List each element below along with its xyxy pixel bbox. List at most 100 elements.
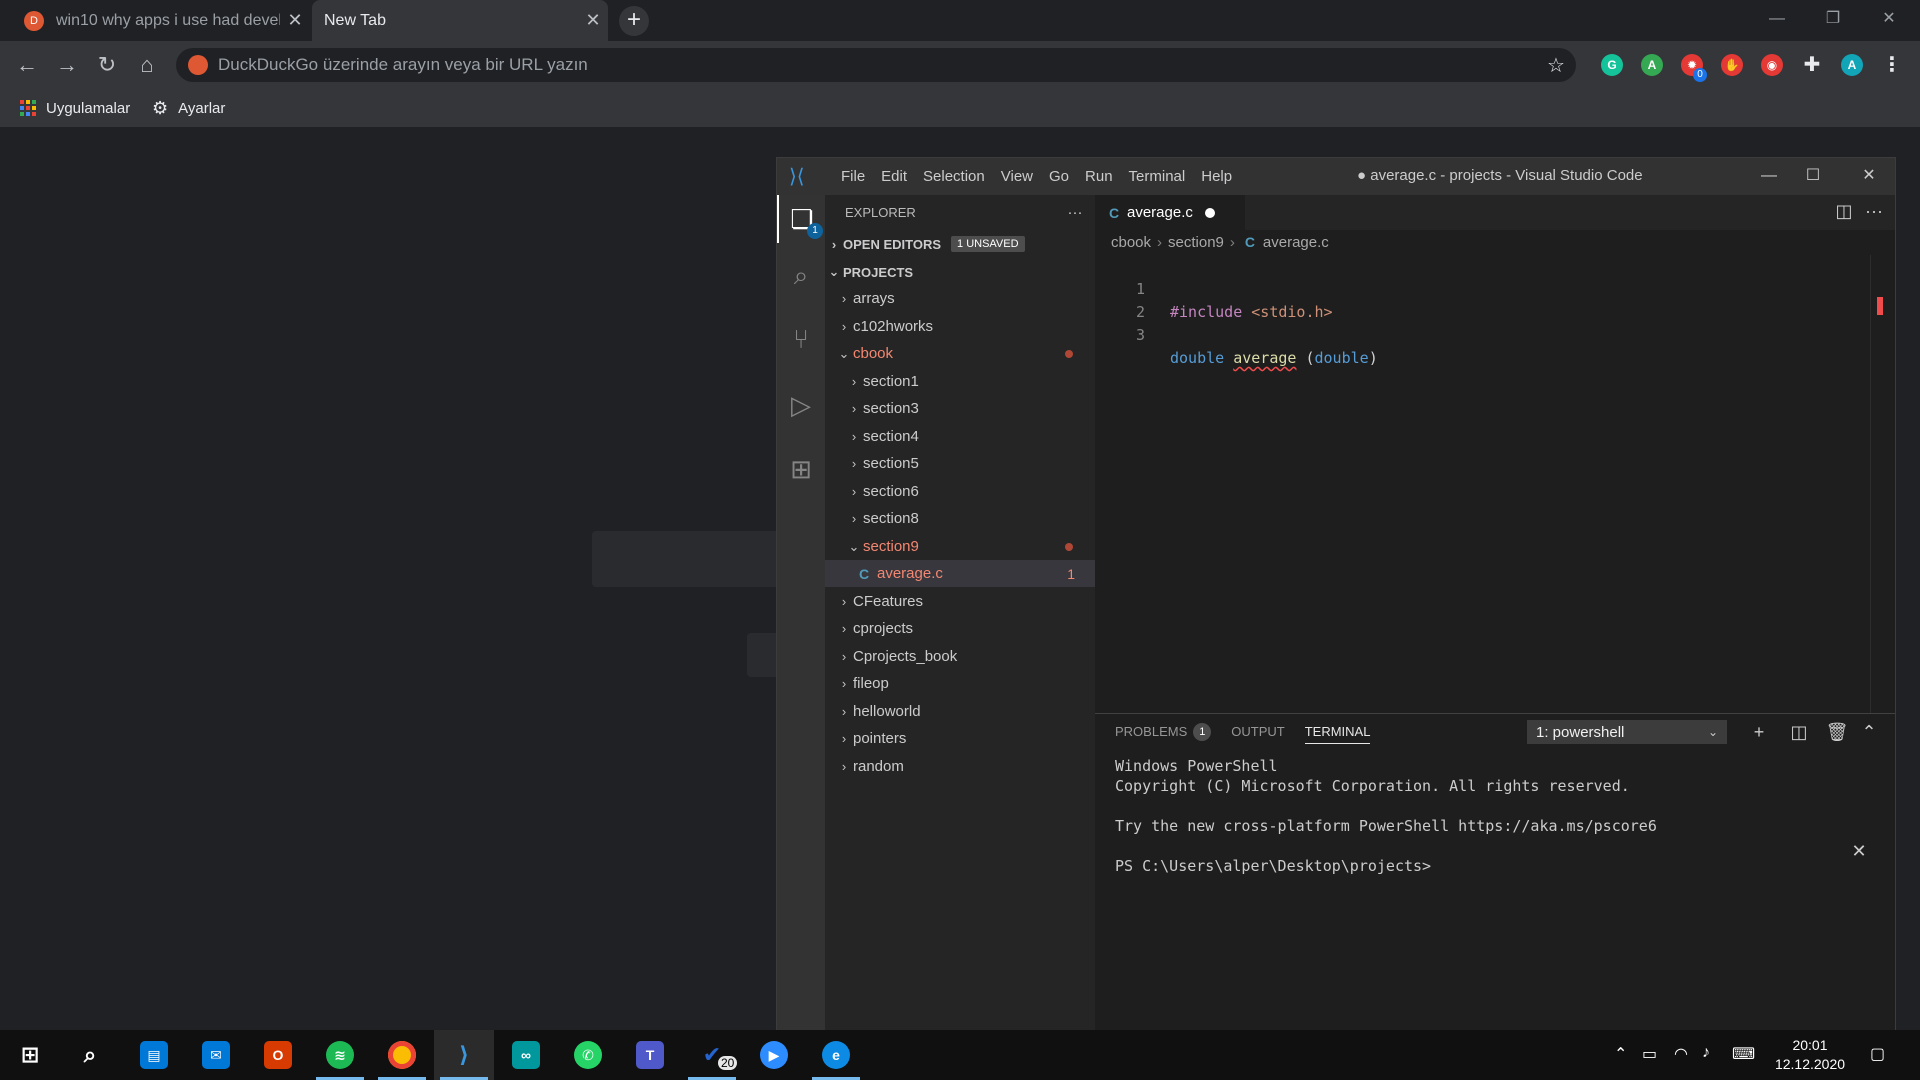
taskbar-chrome[interactable] — [372, 1030, 432, 1080]
minimize-icon[interactable]: — — [1747, 162, 1791, 190]
reload-icon[interactable]: ↻ — [92, 50, 122, 80]
browser-tab[interactable]: D win10 why apps i use had develo ✕ — [8, 0, 310, 41]
keyboard-icon[interactable]: ⌨ — [1732, 1044, 1755, 1064]
taskbar-zoom[interactable]: ▶ — [744, 1030, 804, 1080]
tree-folder-cbook[interactable]: ⌄ cbook — [825, 340, 1095, 367]
tree-folder-pointers[interactable]: › pointers — [825, 725, 1095, 752]
new-terminal-icon[interactable]: + — [1747, 720, 1771, 744]
tree-folder-section5[interactable]: › section5 — [825, 450, 1095, 477]
taskbar-whatsapp[interactable]: ✆ — [558, 1030, 618, 1080]
projects-section[interactable]: ⌄ PROJECTS — [825, 259, 1095, 285]
tree-folder-cfeatures[interactable]: › CFeatures — [825, 588, 1095, 615]
chevron-up-icon[interactable]: ⌃ — [1857, 720, 1881, 744]
menu-file[interactable]: File — [833, 168, 873, 185]
tree-folder-helloworld[interactable]: › helloworld — [825, 698, 1095, 725]
unsaved-dot-icon[interactable] — [1204, 207, 1215, 218]
extension-hand-icon[interactable]: ✋ — [1721, 54, 1743, 76]
close-tab-icon[interactable]: ✕ — [280, 10, 310, 31]
taskbar-search[interactable]: ⌕ — [60, 1030, 120, 1080]
menu-edit[interactable]: Edit — [873, 168, 915, 185]
tab-problems[interactable]: PROBLEMS 1 — [1115, 722, 1212, 741]
tree-folder-cprojects-book[interactable]: › Cprojects_book — [825, 643, 1095, 670]
taskbar-arduino[interactable]: ∞ — [496, 1030, 556, 1080]
tree-folder-fileop[interactable]: › fileop — [825, 670, 1095, 697]
close-window-icon[interactable]: ✕ — [1866, 4, 1912, 34]
tree-folder-c102hworks[interactable]: › c102hworks — [825, 313, 1095, 340]
taskbar-teams[interactable]: T — [620, 1030, 680, 1080]
breadcrumb-item[interactable]: section9 — [1168, 234, 1224, 251]
taskbar-todo[interactable]: ✔ 20 — [682, 1030, 742, 1080]
menu-terminal[interactable]: Terminal — [1121, 168, 1194, 185]
tree-folder-section9[interactable]: ⌄ section9 — [825, 533, 1095, 560]
extensions-icon[interactable]: ⊞ — [777, 445, 825, 493]
taskbar-mail[interactable]: ✉ — [186, 1030, 246, 1080]
tree-folder-random[interactable]: › random — [825, 753, 1095, 780]
breadcrumb-item[interactable]: cbook — [1111, 234, 1151, 251]
tab-terminal[interactable]: TERMINAL — [1304, 724, 1371, 744]
more-actions-icon[interactable]: ··· — [1055, 204, 1095, 221]
bookmark-star-icon[interactable]: ☆ — [1536, 53, 1576, 78]
chrome-menu-icon[interactable]: ⋮ — [1881, 54, 1903, 76]
menu-help[interactable]: Help — [1193, 168, 1240, 185]
tree-folder-section3[interactable]: › section3 — [825, 395, 1095, 422]
taskbar-office[interactable]: O — [248, 1030, 308, 1080]
split-editor-icon[interactable]: ◫ — [1831, 201, 1857, 225]
mail-icon: ✉ — [202, 1041, 230, 1069]
tree-folder-arrays[interactable]: › arrays — [825, 285, 1095, 312]
run-debug-icon[interactable]: ▷ — [777, 381, 825, 429]
volume-icon[interactable]: ♪ — [1702, 1044, 1710, 1062]
tree-file-average-c[interactable]: C average.c 1 — [825, 560, 1095, 587]
taskbar-clock[interactable]: 20:01 12.12.2020 — [1760, 1036, 1860, 1074]
close-icon[interactable]: ✕ — [1847, 162, 1891, 190]
home-icon[interactable]: ⌂ — [132, 50, 162, 80]
tree-folder-section6[interactable]: › section6 — [825, 478, 1095, 505]
breadcrumb-item[interactable]: average.c — [1263, 234, 1329, 251]
bookmark-apps[interactable]: Uygulamalar — [20, 96, 130, 120]
terminal-select[interactable]: 1: powershell ⌄ — [1527, 720, 1727, 744]
menu-view[interactable]: View — [993, 168, 1041, 185]
more-actions-icon[interactable]: ··· — [1861, 201, 1887, 225]
tree-folder-section8[interactable]: › section8 — [825, 505, 1095, 532]
menu-run[interactable]: Run — [1077, 168, 1121, 185]
extension-a-icon[interactable]: A — [1641, 54, 1663, 76]
forward-arrow-icon[interactable]: → — [52, 50, 82, 80]
tab-output[interactable]: OUTPUT — [1231, 724, 1284, 739]
grammarly-icon[interactable]: G — [1601, 54, 1623, 76]
bookmark-settings[interactable]: ⚙ Ayarlar — [152, 96, 225, 120]
search-icon[interactable]: ⌕ — [777, 251, 825, 299]
tree-folder-section1[interactable]: › section1 — [825, 368, 1095, 395]
open-editors-section[interactable]: › OPEN EDITORS 1 UNSAVED — [825, 231, 1095, 257]
split-terminal-icon[interactable]: ◫ — [1787, 720, 1811, 744]
taskbar-edge[interactable]: e — [806, 1030, 866, 1080]
extension-red-circle-icon[interactable]: ◉ — [1761, 54, 1783, 76]
extensions-puzzle-icon[interactable]: ✚ — [1801, 54, 1823, 76]
terminal-output[interactable]: Windows PowerShell Copyright (C) Microso… — [1115, 756, 1657, 876]
new-tab-button[interactable]: + — [619, 6, 649, 36]
taskbar-vscode[interactable]: ⟩ — [434, 1030, 494, 1080]
back-arrow-icon[interactable]: ← — [12, 50, 42, 80]
close-tab-icon[interactable]: ✕ — [578, 10, 608, 31]
browser-tab-active[interactable]: New Tab ✕ — [312, 0, 608, 41]
address-bar[interactable]: DuckDuckGo üzerinde arayın veya bir URL … — [176, 48, 1576, 82]
battery-icon[interactable]: ▭ — [1642, 1044, 1657, 1064]
editor-tab-average-c[interactable]: C average.c — [1095, 195, 1245, 230]
start-button[interactable]: ⊞ — [0, 1030, 60, 1080]
minimize-icon[interactable]: — — [1754, 4, 1800, 34]
tree-folder-section4[interactable]: › section4 — [825, 423, 1095, 450]
menu-go[interactable]: Go — [1041, 168, 1077, 185]
folder-label: section4 — [863, 428, 919, 445]
notifications-icon[interactable]: ▢ — [1870, 1044, 1885, 1064]
taskbar-spotify[interactable]: ≋ — [310, 1030, 370, 1080]
restore-icon[interactable]: ❐ — [1810, 4, 1856, 34]
source-control-icon[interactable]: ⑂ — [777, 315, 825, 363]
trash-icon[interactable]: 🗑 — [1825, 720, 1849, 744]
tree-folder-cprojects[interactable]: › cprojects — [825, 615, 1095, 642]
close-panel-icon[interactable]: ✕ — [1847, 839, 1871, 863]
wifi-icon[interactable]: ◠ — [1674, 1044, 1688, 1064]
chevron-up-icon[interactable]: ⌃ — [1614, 1044, 1627, 1064]
explorer-files-icon[interactable]: ❏ 1 — [777, 195, 825, 243]
taskbar-store[interactable]: ▤ — [124, 1030, 184, 1080]
menu-selection[interactable]: Selection — [915, 168, 993, 185]
profile-avatar[interactable]: A — [1841, 54, 1863, 76]
maximize-icon[interactable]: ☐ — [1791, 162, 1835, 190]
